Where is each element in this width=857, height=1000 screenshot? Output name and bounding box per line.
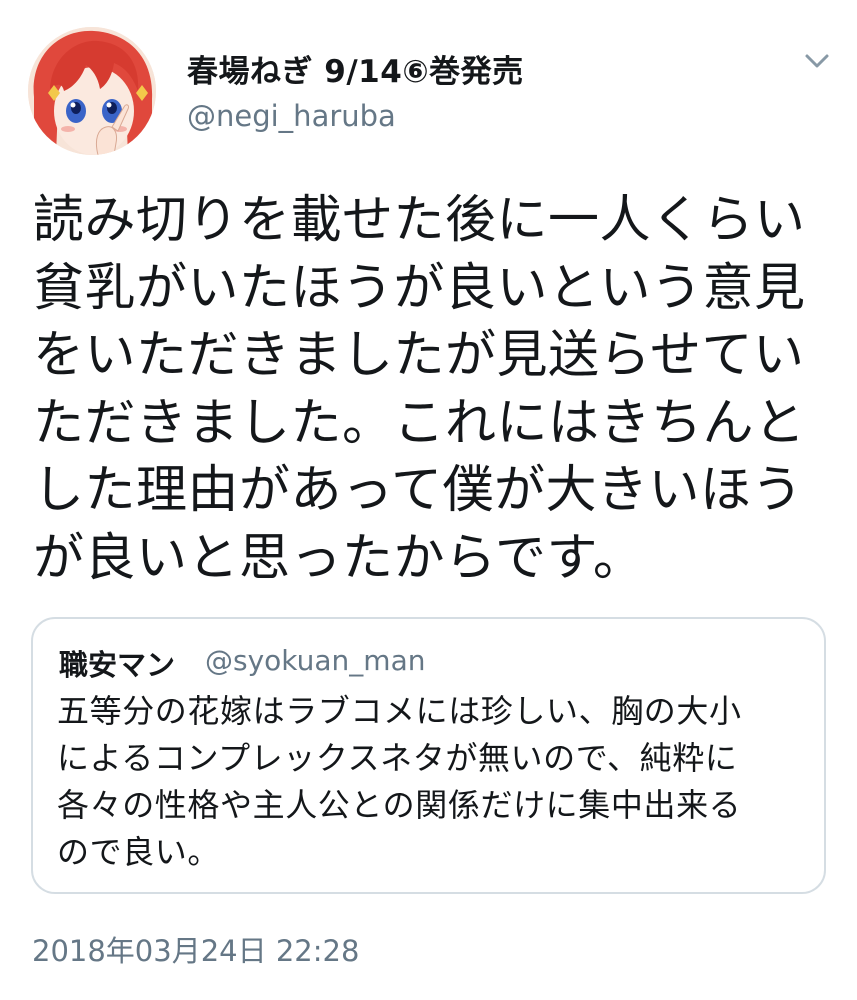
tweet-text-line: ただきました。これにはきちんと [33, 393, 806, 453]
avatar-icon [28, 27, 156, 155]
tweet-text-line: が良いと思ったからです。 [33, 528, 645, 588]
quoted-text-line: によるコンプレックスネタが無いので、純粋に [57, 739, 738, 777]
quoted-text-line: ので良い。 [57, 833, 221, 871]
tweet-text-line: をいただきましたが見送らせてい [33, 326, 805, 385]
quoted-tweet-text: 五等分の花嫁はラブコメには珍しい、胸の大小 によるコンプレックスネタが無いので、… [57, 688, 817, 876]
tweet-text: 読み切りを載せた後に一人くらい 貧乳がいたほうが良いという意見 をいただきました… [33, 187, 833, 592]
author-handle[interactable]: @negi_haruba [187, 99, 396, 133]
quoted-author-handle: @syokuan_man [205, 644, 426, 677]
quoted-author-name: 職安マン [59, 648, 176, 682]
author-display-name[interactable]: 春場ねぎ 9/14⑥巻発売 [187, 46, 524, 91]
quoted-text-line: 各々の性格や主人公との関係だけに集中出来る [57, 786, 742, 824]
tweet-text-line: 貧乳がいたほうが良いという意見 [33, 258, 806, 318]
tweet-timestamp[interactable]: 2018年03月24日 22:28 [32, 928, 359, 970]
tweet: 春場ねぎ 9/14⑥巻発売 @negi_haruba 読み切りを載せた後に一人く… [0, 0, 857, 1000]
chevron-down-icon[interactable] [800, 48, 834, 74]
avatar[interactable] [28, 27, 156, 155]
quoted-tweet-card[interactable]: 職安マン @syokuan_man 五等分の花嫁はラブコメには珍しい、胸の大小 … [31, 617, 826, 894]
tweet-text-line: した理由があって僕が大きいほう [33, 461, 803, 520]
tweet-text-line: 読み切りを載せた後に一人くらい [33, 191, 806, 250]
quoted-text-line: 五等分の花嫁はラブコメには珍しい、胸の大小 [57, 692, 742, 730]
